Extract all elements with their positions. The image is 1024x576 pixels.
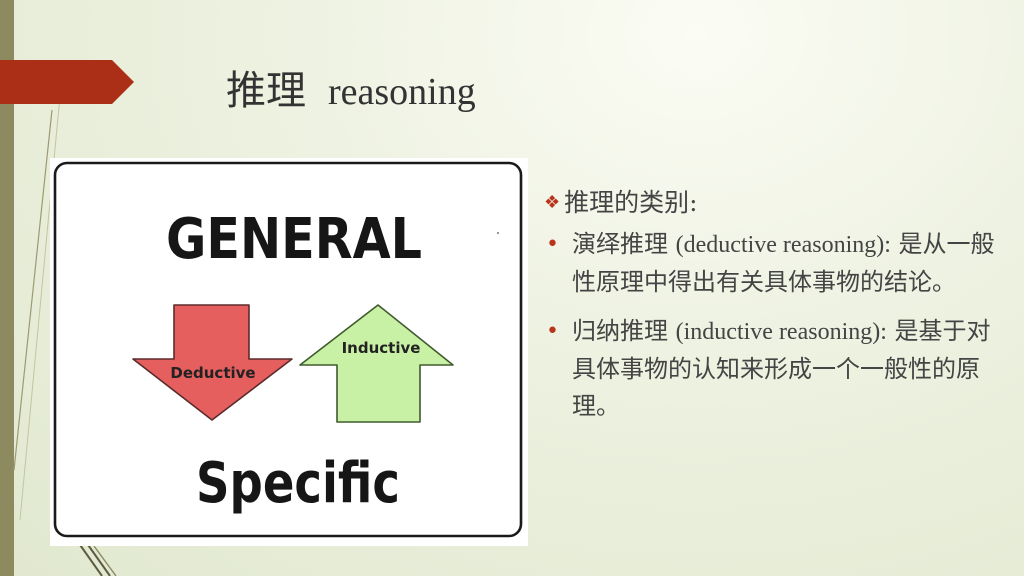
inductive-label: Inductive bbox=[342, 339, 421, 357]
general-label: GENERAL bbox=[166, 207, 422, 272]
bullet-dot-icon: • bbox=[546, 232, 559, 257]
slide: 推理 reasoning GENERAL Deductive Inductive … bbox=[0, 0, 1024, 576]
title-chinese: 推理 bbox=[226, 68, 306, 114]
title-english: reasoning bbox=[328, 71, 476, 113]
diamond-bullet-icon: ❖ bbox=[544, 192, 561, 213]
category-heading-text: 推理的类别: bbox=[564, 188, 698, 217]
title-tab-shape bbox=[0, 60, 134, 104]
deductive-inductive-diagram: GENERAL Deductive Inductive Specific bbox=[50, 158, 528, 546]
deductive-english: (deductive reasoning): bbox=[675, 232, 891, 258]
bullet-dot-icon: • bbox=[546, 319, 559, 344]
inductive-lead: 归纳推理 bbox=[572, 317, 668, 345]
inductive-bullet: • 归纳推理 (inductive reasoning): 是基于对具体事物的认… bbox=[544, 313, 1006, 425]
reasoning-types-text: ❖ 推理的类别: • 演绎推理 (deductive reasoning): 是从… bbox=[544, 186, 1006, 437]
deductive-bullet: • 演绎推理 (deductive reasoning): 是从一般性原理中得出… bbox=[544, 226, 1006, 301]
category-heading: ❖ 推理的类别: bbox=[544, 186, 1006, 220]
deductive-label: Deductive bbox=[170, 364, 255, 382]
inductive-english: (inductive reasoning): bbox=[675, 319, 887, 345]
deductive-lead: 演绎推理 bbox=[572, 230, 668, 258]
slide-title: 推理 reasoning bbox=[226, 58, 476, 116]
specific-label: Specific bbox=[196, 451, 400, 516]
stray-dot bbox=[497, 232, 499, 234]
